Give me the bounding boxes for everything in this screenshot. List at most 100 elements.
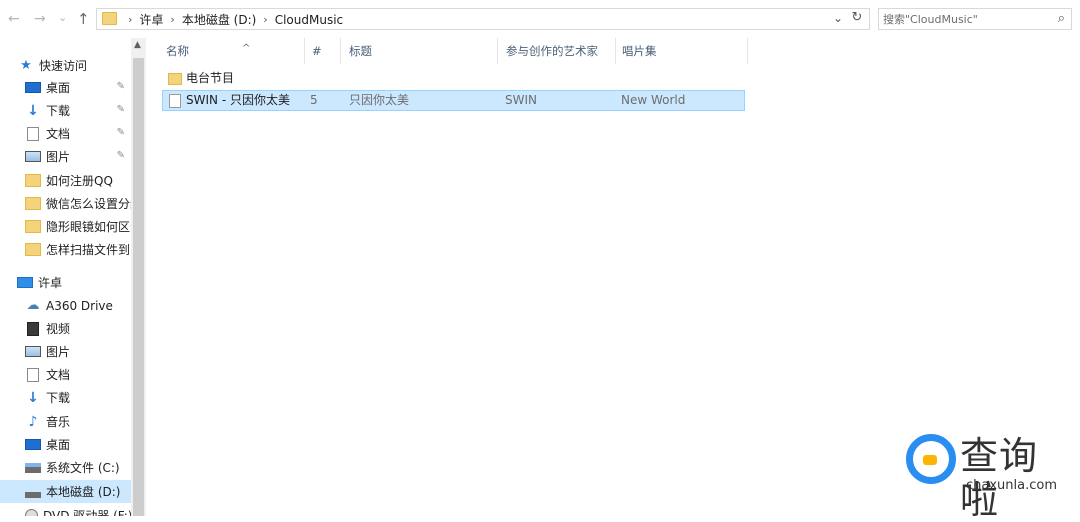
scrollbar-thumb[interactable] [133,58,144,516]
breadcrumb-drive-d[interactable]: 本地磁盘 (D:) [182,11,256,28]
column-divider[interactable] [497,38,498,64]
nav-quick-access[interactable]: ★ 快速访问 [18,54,146,77]
breadcrumb-separator[interactable]: › [128,13,132,26]
nav-item-label: 隐形眼镜如何区分 [46,220,131,234]
breadcrumb-user[interactable]: 许卓 [139,11,163,28]
column-header-title[interactable]: 标题 [343,38,497,64]
nav-item-folder-register-qq[interactable]: 如何注册QQ [0,169,131,192]
search-box[interactable]: ⌕ [878,8,1072,30]
address-toolbar: ← → ⌄ ↑ › 许卓 › 本地磁盘 (D:) › CloudMusic ⌄ … [0,0,1080,38]
nav-item-dvd-drive[interactable]: DVD 驱动器 (F:) [0,504,131,516]
music-icon: ♪ [28,413,38,430]
nav-item-pictures[interactable]: 图片 ✎ [0,145,131,168]
up-button[interactable]: ↑ [77,10,90,28]
pin-icon: ✎ [116,150,125,161]
nav-item-drive-c[interactable]: 系统文件 (C:) [0,456,131,479]
nav-item-label: 音乐 [46,415,71,429]
nav-item-label: 下载 [46,104,71,118]
column-header-label: # [312,44,322,58]
download-icon: ↓ [27,102,39,119]
cloud-drive-icon: ☁ [26,297,40,313]
nav-item-desktop[interactable]: 桌面 ✎ [0,76,131,99]
nav-item-label: 文档 [46,368,71,382]
nav-item-pc-downloads[interactable]: ↓ 下载 [0,386,131,409]
folder-icon [25,220,41,233]
nav-item-label: 快速访问 [39,59,88,73]
system-drive-icon [25,462,41,473]
column-header-label: 名称 [166,44,189,58]
nav-item-label: DVD 驱动器 (F:) [43,509,131,516]
nav-item-folder-scan-files[interactable]: 怎样扫描文件到电脑 [0,238,131,261]
file-row[interactable]: SWIN - 只因你太美 5 只因你太美 SWIN New World [162,90,745,111]
audio-file-icon [169,94,181,108]
nav-item-pc-desktop[interactable]: 桌面 [0,433,131,456]
file-track-number: 5 [310,93,318,107]
desktop-icon [25,439,41,450]
nav-item-label: 许卓 [38,276,63,290]
forward-button[interactable]: → [34,10,46,28]
nav-item-music[interactable]: ♪ 音乐 [0,410,131,433]
nav-item-label: 系统文件 (C:) [46,461,120,475]
breadcrumb-separator[interactable]: › [263,13,267,26]
nav-this-pc[interactable]: 许卓 [0,271,131,294]
file-row[interactable]: 电台节目 [162,69,745,90]
column-header-label: 参与创作的艺术家 [506,44,598,58]
nav-item-documents[interactable]: 文档 ✎ [0,122,131,145]
nav-item-label: 桌面 [46,438,71,452]
nav-item-label: 视频 [46,322,71,336]
breadcrumb-cloudmusic[interactable]: CloudMusic [275,13,343,27]
column-header-album[interactable]: 唱片集 [616,38,746,64]
document-icon [27,367,39,382]
refresh-button[interactable]: ↻ [846,10,868,28]
back-button[interactable]: ← [8,10,20,28]
nav-item-folder-contact-lens[interactable]: 隐形眼镜如何区分 [0,215,131,238]
pictures-icon [25,346,41,357]
file-name: SWIN - 只因你太美 [186,93,290,107]
nav-item-label: 图片 [46,150,71,164]
file-name: 电台节目 [186,71,235,85]
column-divider[interactable] [304,38,305,64]
nav-item-label: A360 Drive [46,298,113,313]
column-header-label: 标题 [349,44,372,58]
star-icon: ★ [20,57,32,73]
recent-locations-chevron-icon[interactable]: ⌄ [58,9,67,27]
nav-item-label: 怎样扫描文件到电脑 [46,243,131,257]
folder-icon [102,12,117,25]
folder-icon [25,174,41,187]
nav-item-pc-pictures[interactable]: 图片 [0,340,131,363]
nav-item-downloads[interactable]: ↓ 下载 ✎ [0,99,131,122]
nav-item-label: 桌面 [46,81,71,95]
column-header-number[interactable]: # [306,38,342,64]
watermark-logo: 查询啦 chaxunla.com [904,432,1074,522]
search-input[interactable] [883,11,1043,27]
column-divider[interactable] [340,38,341,64]
column-header-name[interactable]: 名称 ^ [160,38,306,64]
nav-item-label: 微信怎么设置分组 [46,197,131,211]
address-dropdown-chevron-icon[interactable]: ⌄ [833,11,843,25]
nav-item-drive-d[interactable]: 本地磁盘 (D:) [0,480,131,503]
breadcrumb: › 许卓 › 本地磁盘 (D:) › CloudMusic [121,11,343,28]
watermark-domain: chaxunla.com [966,478,1057,493]
nav-item-label: 本地磁盘 (D:) [46,485,121,499]
nav-item-videos[interactable]: 视频 [0,317,131,340]
dvd-drive-icon [25,509,38,516]
folder-icon [168,73,182,85]
search-icon[interactable]: ⌕ [1058,11,1065,26]
video-icon [27,321,39,336]
pin-icon: ✎ [116,127,125,138]
column-header-artists[interactable]: 参与创作的艺术家 [500,38,616,64]
pin-icon: ✎ [116,81,125,92]
scroll-up-arrow-icon[interactable]: ▲ [134,40,141,50]
address-bar[interactable]: › 许卓 › 本地磁盘 (D:) › CloudMusic ⌄ [96,8,870,30]
column-divider[interactable] [747,38,748,64]
nav-scrollbar[interactable]: ▲ [131,38,146,516]
nav-item-pc-documents[interactable]: 文档 [0,363,131,386]
drive-icon [25,491,41,498]
nav-item-folder-wechat-groups[interactable]: 微信怎么设置分组 [0,192,131,215]
pictures-icon [25,151,41,162]
nav-item-a360-drive[interactable]: ☁ A360 Drive [0,294,131,317]
folder-icon [25,243,41,256]
nav-item-label: 如何注册QQ [46,174,113,188]
computer-icon [17,277,33,288]
breadcrumb-separator[interactable]: › [170,13,174,26]
